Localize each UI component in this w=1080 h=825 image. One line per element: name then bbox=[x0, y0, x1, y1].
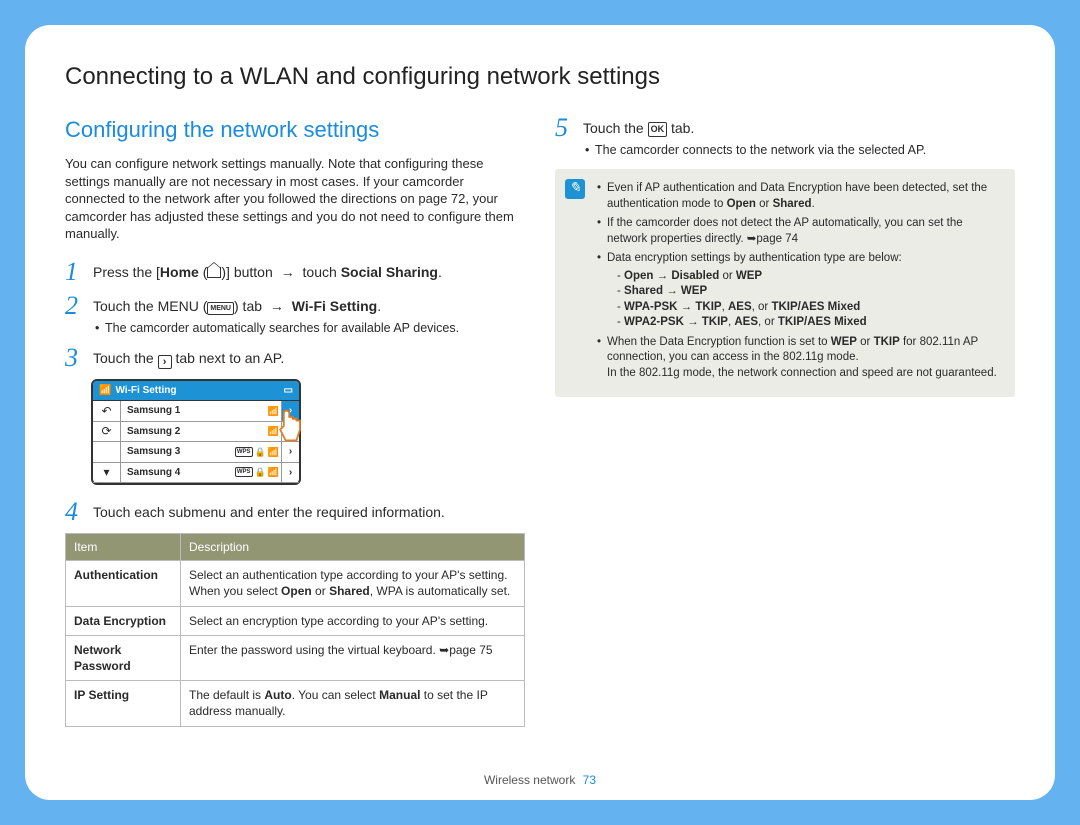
table-item: Data Encryption bbox=[66, 606, 181, 635]
table-item: IP Setting bbox=[66, 681, 181, 726]
table-desc: The default is Auto. You can select Manu… bbox=[181, 681, 525, 726]
step-bullet: The camcorder automatically searches for… bbox=[105, 320, 525, 337]
page-title: Connecting to a WLAN and configuring net… bbox=[65, 61, 1015, 93]
step-number: 3 bbox=[65, 345, 83, 371]
wifi-row: ▾ Samsung 4 WPS 🔒 📶 › bbox=[93, 463, 299, 484]
intro-paragraph: You can configure network settings manua… bbox=[65, 155, 525, 243]
step-body: Press the [Home ()] button → touch Socia… bbox=[93, 259, 525, 285]
note-item: Even if AP authentication and Data Encry… bbox=[597, 181, 999, 212]
wifi-row: ↶ Samsung 1 📶 › bbox=[93, 401, 299, 422]
table-row: Network Password Enter the password usin… bbox=[66, 635, 525, 680]
footer-label: Wireless network bbox=[484, 773, 575, 787]
step-4: 4 Touch each submenu and enter the requi… bbox=[65, 499, 525, 525]
note-item: Data encryption settings by authenticati… bbox=[597, 251, 999, 331]
ap-signal-icon: 📶 bbox=[266, 422, 281, 442]
ap-select-button[interactable]: › bbox=[281, 422, 299, 442]
chevron-right-icon: › bbox=[158, 355, 172, 369]
settings-table: Item Description Authentication Select a… bbox=[65, 533, 525, 727]
ap-name: Samsung 1 bbox=[121, 401, 266, 421]
table-row: Data Encryption Select an encryption typ… bbox=[66, 606, 525, 635]
step-bullet: The camcorder connects to the network vi… bbox=[595, 142, 1015, 159]
back-icon[interactable]: ↶ bbox=[93, 401, 121, 421]
right-column: 5 Touch the OK tab. The camcorder connec… bbox=[555, 115, 1015, 726]
wifi-setting-screen: 📶 Wi-Fi Setting ▭ ↶ Samsung 1 📶 › ⟳ Sams… bbox=[91, 379, 301, 486]
step-number: 2 bbox=[65, 293, 83, 337]
step-5: 5 Touch the OK tab. The camcorder connec… bbox=[555, 115, 1015, 159]
lock-icon: 🔒 bbox=[255, 446, 266, 458]
wps-badge: WPS bbox=[235, 447, 253, 457]
wifi-screen-header: 📶 Wi-Fi Setting ▭ bbox=[93, 381, 299, 402]
table-header: Description bbox=[181, 534, 525, 561]
arrow-icon: → bbox=[281, 264, 295, 280]
table-item: Authentication bbox=[66, 561, 181, 606]
wifi-row: ⟳ Samsung 2 📶 › bbox=[93, 422, 299, 443]
ap-name: Samsung 3 bbox=[121, 442, 233, 462]
step-2: 2 Touch the MENU (MENU) tab → Wi-Fi Sett… bbox=[65, 293, 525, 337]
ap-name: Samsung 4 bbox=[121, 463, 233, 483]
step-number: 4 bbox=[65, 499, 83, 525]
arrow-icon: → bbox=[270, 298, 284, 314]
lock-icon: 🔒 bbox=[255, 466, 266, 478]
table-row: Authentication Select an authentication … bbox=[66, 561, 525, 606]
manual-page: Connecting to a WLAN and configuring net… bbox=[25, 25, 1055, 800]
refresh-icon[interactable]: ⟳ bbox=[93, 422, 121, 442]
step-1: 1 Press the [Home ()] button → touch Soc… bbox=[65, 259, 525, 285]
down-icon[interactable]: ▾ bbox=[93, 463, 121, 483]
wifi-icon: 📶 bbox=[99, 384, 111, 398]
table-desc: Enter the password using the virtual key… bbox=[181, 635, 525, 680]
table-header-row: Item Description bbox=[66, 534, 525, 561]
table-desc: Select an authentication type according … bbox=[181, 561, 525, 606]
home-icon bbox=[207, 267, 221, 278]
step-number: 5 bbox=[555, 115, 573, 159]
table-row: IP Setting The default is Auto. You can … bbox=[66, 681, 525, 726]
section-title: Configuring the network settings bbox=[65, 115, 525, 145]
page-ref-icon: ➥ bbox=[439, 643, 449, 657]
table-item: Network Password bbox=[66, 635, 181, 680]
note-item: If the camcorder does not detect the AP … bbox=[597, 216, 999, 247]
step-body: Touch each submenu and enter the require… bbox=[93, 499, 525, 525]
wifi-row: Samsung 3 WPS 🔒 📶 › bbox=[93, 442, 299, 463]
table-header: Item bbox=[66, 534, 181, 561]
ok-icon: OK bbox=[648, 122, 668, 136]
note-box: ✎ Even if AP authentication and Data Enc… bbox=[555, 169, 1015, 397]
step-number: 1 bbox=[65, 259, 83, 285]
step-body: Touch the MENU (MENU) tab → Wi-Fi Settin… bbox=[93, 293, 525, 337]
page-footer: Wireless network 73 bbox=[25, 772, 1055, 788]
ap-select-button[interactable]: › bbox=[281, 442, 299, 462]
step-body: Touch the OK tab. The camcorder connects… bbox=[583, 115, 1015, 159]
step-body: Touch the › tab next to an AP. bbox=[93, 345, 525, 371]
table-desc: Select an encryption type according to y… bbox=[181, 606, 525, 635]
battery-icon: ▭ bbox=[284, 384, 293, 398]
note-item: When the Data Encryption function is set… bbox=[597, 335, 999, 382]
ap-select-button[interactable]: › bbox=[281, 463, 299, 483]
menu-icon: MENU bbox=[207, 302, 234, 315]
two-column-layout: Configuring the network settings You can… bbox=[65, 115, 1015, 726]
note-icon: ✎ bbox=[565, 179, 585, 199]
ap-select-button[interactable]: › bbox=[281, 401, 299, 421]
left-column: Configuring the network settings You can… bbox=[65, 115, 525, 726]
ap-name: Samsung 2 bbox=[121, 422, 266, 442]
note-sublist: Open → Disabled or WEP Shared → WEP WPA-… bbox=[607, 269, 999, 331]
wps-badge: WPS bbox=[235, 467, 253, 477]
page-number: 73 bbox=[583, 773, 596, 787]
ap-signal-icon: 📶 bbox=[266, 401, 281, 421]
page-ref-icon: ➥ bbox=[747, 233, 757, 245]
step-3: 3 Touch the › tab next to an AP. bbox=[65, 345, 525, 371]
